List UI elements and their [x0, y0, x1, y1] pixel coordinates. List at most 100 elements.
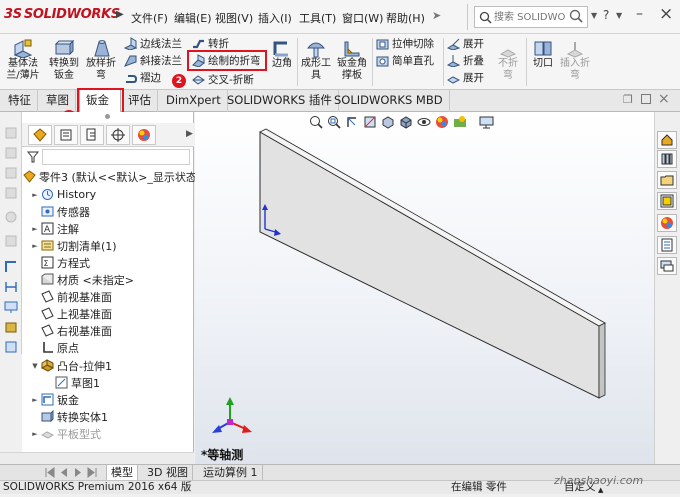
panel-scrollbar[interactable]	[0, 452, 194, 464]
dimxpert-manager-tab[interactable]	[106, 125, 130, 145]
close-button[interactable]: ×	[659, 4, 673, 24]
tab-solidworks-mbd[interactable]: SOLIDWORKS MBD	[328, 90, 450, 112]
miter-flange-button[interactable]: 斜接法兰	[124, 52, 182, 69]
rip-button[interactable]: 切口	[529, 38, 557, 70]
collapse-icon[interactable]: ▼	[30, 362, 40, 370]
tab-model[interactable]: 模型	[106, 465, 138, 481]
tree-root[interactable]: 零件3 (默认<<默认>_显示状态	[22, 168, 197, 185]
measure-icon[interactable]	[4, 340, 18, 354]
file-explorer-tab[interactable]	[657, 171, 677, 189]
configuration-manager-tab[interactable]	[80, 125, 104, 145]
base-flange-button[interactable]: 基体法 兰/薄片	[4, 38, 42, 82]
expand-icon[interactable]: ►	[30, 396, 40, 404]
tree-item-origin[interactable]: 原点	[30, 339, 79, 356]
expand-icon[interactable]: ►	[30, 242, 40, 250]
expand-icon[interactable]: ►	[30, 430, 40, 438]
insert-bends-button[interactable]: 插入折 弯	[558, 38, 592, 82]
convert-to-sheet-metal-button[interactable]: 转换到 钣金	[46, 38, 82, 82]
panel-handle[interactable]	[105, 114, 110, 119]
menu-tools[interactable]: 工具(T)	[299, 10, 336, 26]
expand-arrow-icon[interactable]: ▶	[116, 9, 124, 20]
search-box[interactable]	[474, 6, 588, 28]
sketch-icon[interactable]	[4, 260, 18, 274]
pin-icon[interactable]: ➤	[432, 9, 441, 22]
display-icon[interactable]	[4, 300, 18, 314]
prev-tab-icon[interactable]	[58, 467, 70, 478]
tree-item-top-plane[interactable]: 上视基准面	[30, 305, 112, 322]
menu-window[interactable]: 窗口(W)	[342, 10, 383, 26]
dimension-icon[interactable]	[4, 280, 18, 294]
minimize-button[interactable]: –	[636, 6, 643, 22]
search-dropdown-icon[interactable]	[568, 8, 586, 26]
view-palette-tab[interactable]	[657, 192, 677, 210]
corners-button[interactable]: 边角	[268, 38, 296, 70]
tree-item-right-plane[interactable]: 右视基准面	[30, 322, 112, 339]
tab-solidworks-addins[interactable]: SOLIDWORKS 插件	[221, 90, 339, 112]
no-bends-button[interactable]: 不折 弯	[492, 38, 524, 82]
fold-button[interactable]: 折叠	[447, 52, 484, 69]
forming-tool-button[interactable]: 成形工 具	[301, 38, 331, 82]
tree-item-sketch1[interactable]: 草图1	[44, 374, 100, 391]
custom-properties-tab[interactable]	[657, 236, 677, 254]
cross-break-button[interactable]: 交叉-折断	[192, 71, 254, 88]
part-model[interactable]	[195, 112, 654, 464]
graphics-area[interactable]: *等轴测	[195, 112, 654, 464]
expand-icon[interactable]: ►	[30, 191, 40, 199]
filter-icon[interactable]	[27, 151, 39, 163]
expand-icon[interactable]: ►	[30, 225, 40, 233]
property-manager-tab[interactable]	[54, 125, 78, 145]
tree-item-annotations[interactable]: ► A 注解	[30, 220, 79, 237]
tab-sketch[interactable]: 草图	[40, 90, 76, 112]
restore-icon[interactable]: ❐	[623, 93, 633, 106]
tree-item-material[interactable]: 材质 <未指定>	[30, 271, 134, 288]
last-tab-icon[interactable]	[86, 467, 98, 478]
menu-insert[interactable]: 插入(I)	[258, 10, 292, 26]
solidworks-resources-tab[interactable]	[657, 131, 677, 149]
tab-features[interactable]: 特征	[2, 90, 38, 112]
part-icon[interactable]	[4, 320, 18, 334]
extruded-cut-button[interactable]: 拉伸切除	[376, 35, 434, 52]
tab-evaluate[interactable]: 评估	[122, 90, 158, 112]
help-icon[interactable]: ?	[603, 8, 609, 22]
tree-item-boss-extrude[interactable]: ▼ 凸台-拉伸1	[30, 357, 112, 374]
appearances-tab[interactable]	[657, 214, 677, 232]
menu-view[interactable]: 视图(V)	[215, 10, 253, 26]
panel-expand-icon[interactable]: ▶	[186, 129, 193, 139]
maximize-icon[interactable]	[641, 94, 651, 104]
tree-item-cut-list[interactable]: ► 切割清单(1)	[30, 237, 116, 254]
chevron-down-icon[interactable]: ▼	[616, 11, 622, 20]
menu-help[interactable]: 帮助(H)	[386, 10, 425, 26]
design-library-tab[interactable]	[657, 150, 677, 168]
tree-item-flat-pattern[interactable]: ► 平板型式	[30, 425, 101, 442]
feature-tree-tab[interactable]	[28, 125, 52, 145]
tree-filter-input[interactable]	[42, 149, 190, 165]
next-tab-icon[interactable]	[72, 467, 84, 478]
tree-item-front-plane[interactable]: 前视基准面	[30, 288, 112, 305]
first-tab-icon[interactable]	[44, 467, 56, 478]
hem-button[interactable]: 褶边	[124, 69, 161, 86]
lofted-bend-button[interactable]: 放样折 弯	[84, 38, 118, 82]
plate-front-face[interactable]	[259, 131, 600, 399]
display-manager-tab[interactable]	[132, 125, 156, 145]
tab-motion-study[interactable]: 运动算例 1	[199, 465, 263, 481]
tree-item-convert-solid[interactable]: 转换实体1	[30, 408, 108, 425]
edge-flange-button[interactable]: 边线法兰	[124, 35, 182, 52]
chevron-down-icon[interactable]: ▼	[591, 11, 597, 20]
tab-3d-view[interactable]: 3D 视图	[143, 465, 193, 481]
close-doc-icon[interactable]: ×	[658, 91, 670, 107]
simple-hole-button[interactable]: 简单直孔	[376, 52, 434, 69]
gusset-button[interactable]: 钣金角 撑板	[334, 38, 370, 82]
tree-item-equations[interactable]: Σ 方程式	[30, 254, 90, 271]
unfold-button[interactable]: 展开	[447, 35, 484, 52]
solidworks-logo[interactable]: 3S SOLIDWORKS	[4, 7, 120, 22]
tree-item-sheet-metal[interactable]: ► 钣金	[30, 391, 79, 408]
flatten-button[interactable]: 展开	[447, 69, 484, 86]
forum-tab[interactable]	[657, 257, 677, 275]
plate-side-edge[interactable]	[598, 322, 606, 399]
menu-edit[interactable]: 编辑(E)	[174, 10, 212, 26]
search-input[interactable]	[494, 9, 567, 25]
tab-dimxpert[interactable]: DimXpert	[160, 90, 228, 112]
menu-file[interactable]: 文件(F)	[131, 10, 168, 26]
sketched-bend-button[interactable]: 绘制的折弯	[187, 50, 267, 71]
tree-item-sensors[interactable]: 传感器	[30, 203, 90, 220]
